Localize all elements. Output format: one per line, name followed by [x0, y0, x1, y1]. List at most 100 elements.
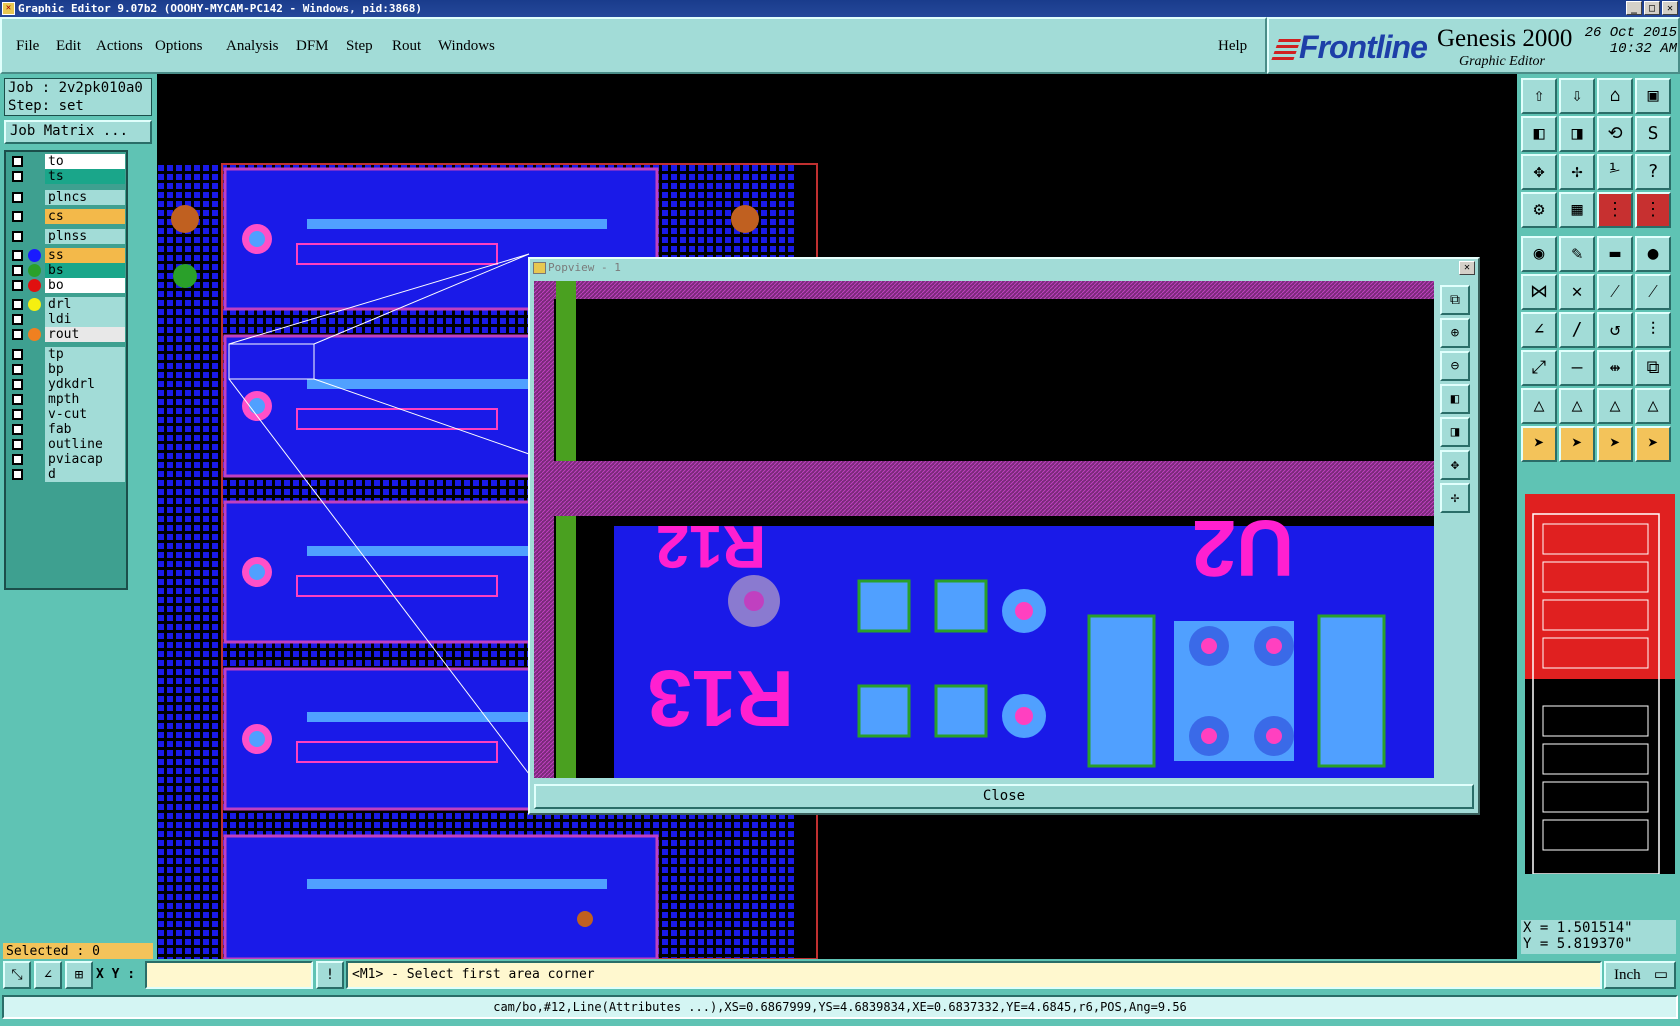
layer-row-to[interactable]: to [8, 154, 126, 169]
popview-canvas[interactable]: R12 U2 R13 [534, 281, 1434, 778]
layer-name[interactable]: ldi [45, 312, 125, 327]
xy-input[interactable] [145, 961, 313, 989]
menu-help[interactable]: Help [1218, 38, 1247, 55]
pen-icon[interactable]: ✎ [1559, 236, 1595, 272]
select-icon[interactable]: ◉ [1521, 236, 1557, 272]
triangle3-icon[interactable]: △ [1597, 388, 1633, 424]
layer-checkbox[interactable] [12, 250, 23, 261]
fit-icon[interactable]: ✥ [1440, 450, 1470, 480]
dash-icon[interactable]: — [1559, 350, 1595, 386]
menu-dfm[interactable]: DFM [296, 38, 329, 55]
menu-rout[interactable]: Rout [392, 38, 421, 55]
layer-checkbox[interactable] [12, 171, 23, 182]
menu-analysis[interactable]: Analysis [226, 38, 279, 55]
cross-icon[interactable]: ✕ [1559, 274, 1595, 310]
layer-row-rout[interactable]: rout [8, 327, 126, 342]
redraw-icon[interactable]: ⟲ [1597, 116, 1633, 152]
popview-close-button[interactable]: Close [534, 784, 1474, 809]
pan-right-icon[interactable]: ◨ [1559, 116, 1595, 152]
layer-checkbox[interactable] [12, 329, 23, 340]
layer-name[interactable]: d [45, 467, 125, 482]
triangle2-icon[interactable]: △ [1559, 388, 1595, 424]
connect-icon[interactable]: ⋈ [1521, 274, 1557, 310]
layer-checkbox[interactable] [12, 424, 23, 435]
layer-row-ts[interactable]: ts [8, 169, 126, 184]
layer-checkbox[interactable] [12, 349, 23, 360]
close-icon[interactable]: ✕ [1662, 1, 1678, 15]
line-icon[interactable]: ⁄ [1597, 274, 1633, 310]
center-icon[interactable]: ✢ [1559, 154, 1595, 190]
snap-tool-icon[interactable]: ⊞ [65, 961, 93, 989]
layer-name[interactable]: v-cut [45, 407, 125, 422]
layer-checkbox[interactable] [12, 454, 23, 465]
units-selector[interactable]: Inch ▭ [1604, 961, 1676, 989]
layer-row-plnss[interactable]: plnss [8, 229, 126, 244]
split-icon[interactable]: ⇹ [1597, 350, 1633, 386]
grid-icon[interactable]: ▦ [1559, 192, 1595, 228]
layer-name[interactable]: pviacap [45, 452, 125, 467]
triangle-icon[interactable]: △ [1521, 388, 1557, 424]
layer-row-d[interactable]: d [8, 467, 126, 482]
layer-checkbox[interactable] [12, 364, 23, 375]
layer-checkbox[interactable] [12, 439, 23, 450]
layer-row-bo[interactable]: bo [8, 278, 126, 293]
layer-name[interactable]: bs [45, 263, 125, 278]
pointer2-icon[interactable]: ➤ [1559, 426, 1595, 462]
move-icon[interactable]: ⤢ [1521, 350, 1557, 386]
minimize-icon[interactable]: _ [1626, 1, 1642, 15]
scale-icon[interactable]: ⅟ [1597, 154, 1633, 190]
triangle4-icon[interactable]: △ [1635, 388, 1671, 424]
layer-checkbox[interactable] [12, 469, 23, 480]
layer-name[interactable]: mpth [45, 392, 125, 407]
menu-options[interactable]: Options [155, 38, 203, 55]
home-icon[interactable]: ⌂ [1597, 78, 1633, 114]
layer-row-mpth[interactable]: mpth [8, 392, 126, 407]
layer-name[interactable]: outline [45, 437, 125, 452]
snap-icon[interactable]: S [1635, 116, 1671, 152]
pad-icon[interactable]: ● [1635, 236, 1671, 272]
layer-checkbox[interactable] [12, 394, 23, 405]
layer-row-pviacap[interactable]: pviacap [8, 452, 126, 467]
overview-map[interactable] [1525, 494, 1675, 875]
angle-icon[interactable]: ∠ [1521, 312, 1557, 348]
help-icon[interactable]: ? [1635, 154, 1671, 190]
pointer-icon[interactable]: ➤ [1521, 426, 1557, 462]
fit-icon[interactable]: ✥ [1521, 154, 1557, 190]
menu-step[interactable]: Step [346, 38, 373, 55]
slash-icon[interactable]: / [1559, 312, 1595, 348]
layer-name[interactable]: plncs [45, 190, 125, 205]
center-icon[interactable]: ✢ [1440, 483, 1470, 513]
layer-checkbox[interactable] [12, 299, 23, 310]
layer-name[interactable]: bp [45, 362, 125, 377]
layer-row-plncs[interactable]: plncs [8, 190, 126, 205]
zoom-out-icon[interactable]: ⊖ [1440, 351, 1470, 381]
layer-checkbox[interactable] [12, 409, 23, 420]
zoom-in-icon[interactable]: ⊕ [1440, 318, 1470, 348]
layer-row-ydkdrl[interactable]: ydkdrl [8, 377, 126, 392]
angle-tool-icon[interactable]: ∠ [34, 961, 62, 989]
net2-icon[interactable]: ⋮ [1635, 192, 1671, 228]
execute-icon[interactable]: ! [316, 961, 344, 989]
layer-name[interactable]: rout [45, 327, 125, 342]
layer-checkbox[interactable] [12, 265, 23, 276]
zoom-home-icon[interactable]: ⇧ [1521, 78, 1557, 114]
layer-name[interactable]: ts [45, 169, 125, 184]
layer-row-bs[interactable]: bs [8, 263, 126, 278]
menu-actions[interactable]: Actions [96, 38, 143, 55]
layer-row-tp[interactable]: tp [8, 347, 126, 362]
menu-file[interactable]: File [16, 38, 39, 55]
mirror-icon[interactable]: ⫶ [1635, 312, 1671, 348]
job-matrix-button[interactable]: Job Matrix ... [4, 120, 152, 144]
layer-row-ldi[interactable]: ldi [8, 312, 126, 327]
line2-icon[interactable]: ⁄ [1635, 274, 1671, 310]
pointer4-icon[interactable]: ➤ [1635, 426, 1671, 462]
layer-checkbox[interactable] [12, 379, 23, 390]
window-icon[interactable]: ▣ [1635, 78, 1671, 114]
pan-right-icon[interactable]: ◨ [1440, 417, 1470, 447]
layer-checkbox[interactable] [12, 314, 23, 325]
measure-tool-icon[interactable]: ⤡ [3, 961, 31, 989]
layer-name[interactable]: tp [45, 347, 125, 362]
layer-name[interactable]: ydkdrl [45, 377, 125, 392]
layer-row-cs[interactable]: cs [8, 209, 126, 224]
menu-edit[interactable]: Edit [56, 38, 81, 55]
